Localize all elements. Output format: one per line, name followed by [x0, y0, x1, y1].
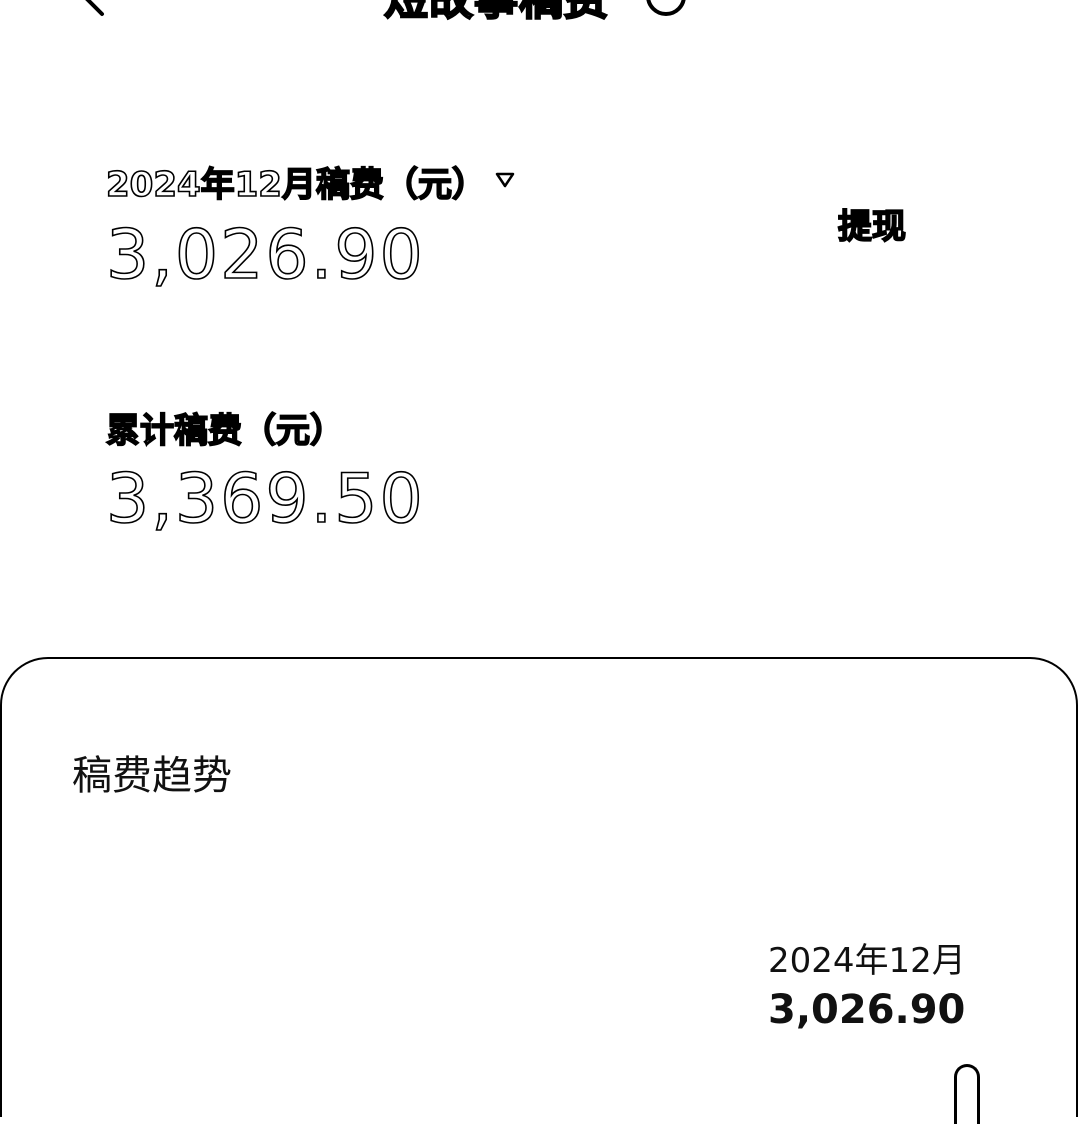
- total-royalty-label: 累计稿费（元）: [105, 411, 345, 451]
- month-royalty-label: 2024年12月稿费（元）: [105, 165, 487, 205]
- month-royalty-value: 3,026.90: [105, 216, 425, 295]
- caret-down-icon[interactable]: [494, 170, 516, 190]
- tooltip-value: 3,026.90: [768, 987, 966, 1033]
- page-title: 短故事稿费: [383, 0, 609, 23]
- chart-tooltip: 2024年12月 3,026.90: [768, 944, 966, 1030]
- chart-bar[interactable]: [954, 1064, 980, 1124]
- total-royalty-value: 3,369.50: [105, 460, 425, 539]
- back-arrow-icon[interactable]: [70, 0, 114, 26]
- royalty-trend-card: [0, 657, 1078, 1117]
- trend-title: 稿费趋势: [72, 753, 232, 799]
- help-circle-icon[interactable]: [644, 0, 688, 22]
- tooltip-month: 2024年12月: [768, 941, 966, 981]
- withdraw-button[interactable]: 提现: [837, 209, 907, 245]
